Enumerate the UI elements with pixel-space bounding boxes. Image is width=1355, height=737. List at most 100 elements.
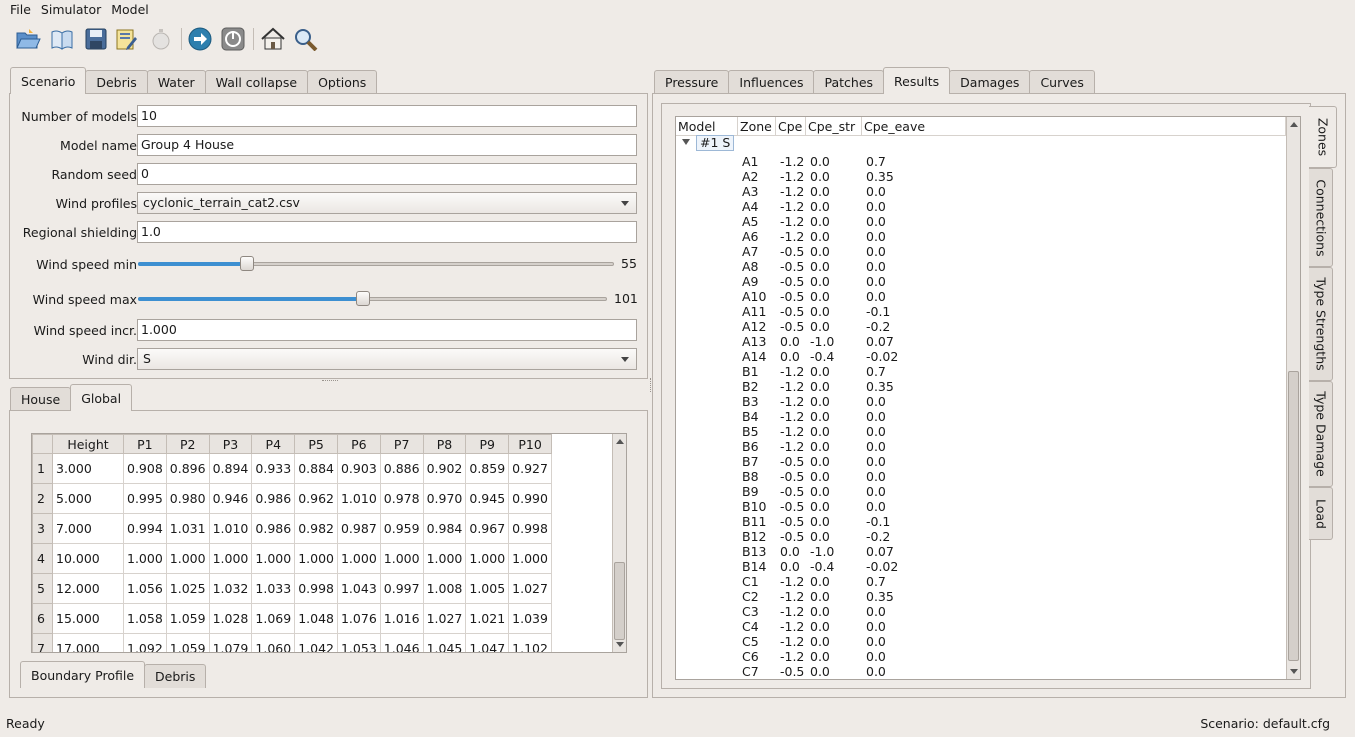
splitter-handle[interactable] xyxy=(322,380,338,383)
table-cell[interactable]: 1.079 xyxy=(208,633,253,652)
row-header[interactable]: 7 xyxy=(32,633,53,652)
table-cell[interactable]: 0.902 xyxy=(422,453,467,484)
table-cell[interactable]: 0.959 xyxy=(379,513,424,544)
table-cell[interactable]: 1.047 xyxy=(465,633,510,652)
zone-row[interactable]: C4 -1.2 0.0 0.0 xyxy=(676,619,1286,634)
table-cell[interactable]: 1.032 xyxy=(208,573,253,604)
table-cell[interactable]: 0.998 xyxy=(508,513,552,544)
table-cell[interactable]: 0.995 xyxy=(123,483,167,514)
zone-row[interactable]: C7 -0.5 0.0 0.0 xyxy=(676,664,1286,679)
row-header[interactable]: 1 xyxy=(32,453,53,484)
column-header[interactable]: Height xyxy=(52,434,124,454)
menu-file[interactable]: File xyxy=(0,0,36,19)
table-scrollbar[interactable] xyxy=(612,434,626,652)
zone-row[interactable]: B4 -1.2 0.0 0.0 xyxy=(676,409,1286,424)
magnifier-icon[interactable] xyxy=(292,25,320,53)
stopwatch-icon[interactable] xyxy=(147,25,175,53)
zone-row[interactable]: A4 -1.2 0.0 0.0 xyxy=(676,199,1286,214)
regional-shielding-field[interactable]: 1.0 xyxy=(137,221,637,243)
tab-water[interactable]: Water xyxy=(146,70,206,94)
tab-boundary-profile[interactable]: Boundary Profile xyxy=(20,661,146,688)
book-icon[interactable] xyxy=(48,25,76,53)
slider-handle[interactable] xyxy=(240,256,254,271)
side-tab-type-damage[interactable]: Type Damage xyxy=(1309,381,1333,487)
edit-document-icon[interactable] xyxy=(112,25,140,53)
table-cell[interactable]: 0.886 xyxy=(379,453,424,484)
table-cell[interactable]: 1.039 xyxy=(508,603,552,634)
column-header[interactable]: P3 xyxy=(208,434,253,454)
zone-row[interactable]: B1 -1.2 0.0 0.7 xyxy=(676,364,1286,379)
table-cell[interactable]: 1.000 xyxy=(123,543,167,574)
tab-house[interactable]: House xyxy=(10,387,72,411)
open-folder-icon[interactable] xyxy=(14,25,42,53)
table-cell[interactable]: 1.042 xyxy=(294,633,338,652)
table-cell[interactable]: 1.027 xyxy=(508,573,552,604)
table-cell[interactable]: 1.000 xyxy=(165,543,210,574)
row-header[interactable]: 3 xyxy=(32,513,53,544)
column-header[interactable]: P5 xyxy=(294,434,338,454)
zone-row[interactable]: B14 0.0 -0.4 -0.02 xyxy=(676,559,1286,574)
random-seed-field[interactable]: 0 xyxy=(137,163,637,185)
tab-debris[interactable]: Debris xyxy=(144,664,207,688)
table-cell[interactable]: 1.059 xyxy=(165,603,210,634)
column-header-model[interactable]: Model xyxy=(676,117,738,135)
zone-row[interactable]: A5 -1.2 0.0 0.0 xyxy=(676,214,1286,229)
column-header-cpe[interactable]: Cpe xyxy=(776,117,806,135)
table-cell[interactable]: 1.069 xyxy=(251,603,296,634)
table-cell[interactable]: 0.896 xyxy=(165,453,210,484)
wind-profiles-select[interactable]: cyclonic_terrain_cat2.csv xyxy=(137,192,637,214)
table-cell[interactable]: 1.005 xyxy=(465,573,510,604)
table-cell[interactable]: 0.984 xyxy=(422,513,467,544)
zone-row[interactable]: C1 -1.2 0.0 0.7 xyxy=(676,574,1286,589)
table-cell[interactable]: 0.998 xyxy=(294,573,338,604)
zone-row[interactable]: B9 -0.5 0.0 0.0 xyxy=(676,484,1286,499)
table-cell[interactable]: 0.986 xyxy=(251,513,296,544)
table-cell[interactable]: 0.945 xyxy=(465,483,510,514)
zone-row[interactable]: A2 -1.2 0.0 0.35 xyxy=(676,169,1286,184)
table-cell[interactable]: 0.894 xyxy=(208,453,253,484)
tab-debris[interactable]: Debris xyxy=(85,70,148,94)
table-cell[interactable]: 1.031 xyxy=(165,513,210,544)
stop-power-icon[interactable] xyxy=(219,25,247,53)
zone-row[interactable]: A7 -0.5 0.0 0.0 xyxy=(676,244,1286,259)
tab-damages[interactable]: Damages xyxy=(949,70,1031,94)
table-cell[interactable]: 1.102 xyxy=(508,633,552,652)
scroll-thumb[interactable] xyxy=(1288,371,1299,661)
scroll-down-icon[interactable] xyxy=(616,642,624,647)
menu-simulator[interactable]: Simulator xyxy=(36,0,106,19)
table-cell[interactable]: 1.000 xyxy=(294,543,338,574)
tab-patches[interactable]: Patches xyxy=(813,70,885,94)
table-cell[interactable]: 0.990 xyxy=(508,483,552,514)
expand-arrow-icon[interactable] xyxy=(682,139,690,145)
zone-row[interactable]: B10 -0.5 0.0 0.0 xyxy=(676,499,1286,514)
scroll-thumb[interactable] xyxy=(614,562,625,640)
column-header[interactable]: P10 xyxy=(508,434,552,454)
num-models-field[interactable]: 10 xyxy=(137,105,637,127)
table-cell[interactable]: 1.010 xyxy=(336,483,381,514)
side-tab-connections[interactable]: Connections xyxy=(1309,168,1333,267)
table-cell[interactable]: 0.884 xyxy=(294,453,338,484)
table-cell[interactable]: 1.058 xyxy=(123,603,167,634)
zone-row[interactable]: B5 -1.2 0.0 0.0 xyxy=(676,424,1286,439)
column-header-zone[interactable]: Zone xyxy=(738,117,776,135)
table-cell[interactable]: 0.967 xyxy=(465,513,510,544)
table-cell[interactable]: 0.986 xyxy=(251,483,296,514)
table-cell[interactable]: 1.028 xyxy=(208,603,253,634)
zone-row[interactable]: A9 -0.5 0.0 0.0 xyxy=(676,274,1286,289)
table-cell[interactable]: 0.978 xyxy=(379,483,424,514)
scroll-up-icon[interactable] xyxy=(616,439,624,444)
zone-row[interactable]: B6 -1.2 0.0 0.0 xyxy=(676,439,1286,454)
table-cell[interactable]: 1.025 xyxy=(165,573,210,604)
table-cell[interactable]: 0.994 xyxy=(123,513,167,544)
tab-influences[interactable]: Influences xyxy=(728,70,815,94)
table-cell[interactable]: 1.021 xyxy=(465,603,510,634)
column-header[interactable]: P9 xyxy=(465,434,510,454)
zone-row[interactable]: B2 -1.2 0.0 0.35 xyxy=(676,379,1286,394)
table-cell[interactable]: 15.000 xyxy=(52,603,124,634)
table-cell[interactable]: 12.000 xyxy=(52,573,124,604)
table-cell[interactable]: 0.946 xyxy=(208,483,253,514)
tab-scenario[interactable]: Scenario xyxy=(10,67,87,94)
table-cell[interactable]: 1.056 xyxy=(123,573,167,604)
table-cell[interactable]: 1.008 xyxy=(422,573,467,604)
table-cell[interactable]: 1.033 xyxy=(251,573,296,604)
